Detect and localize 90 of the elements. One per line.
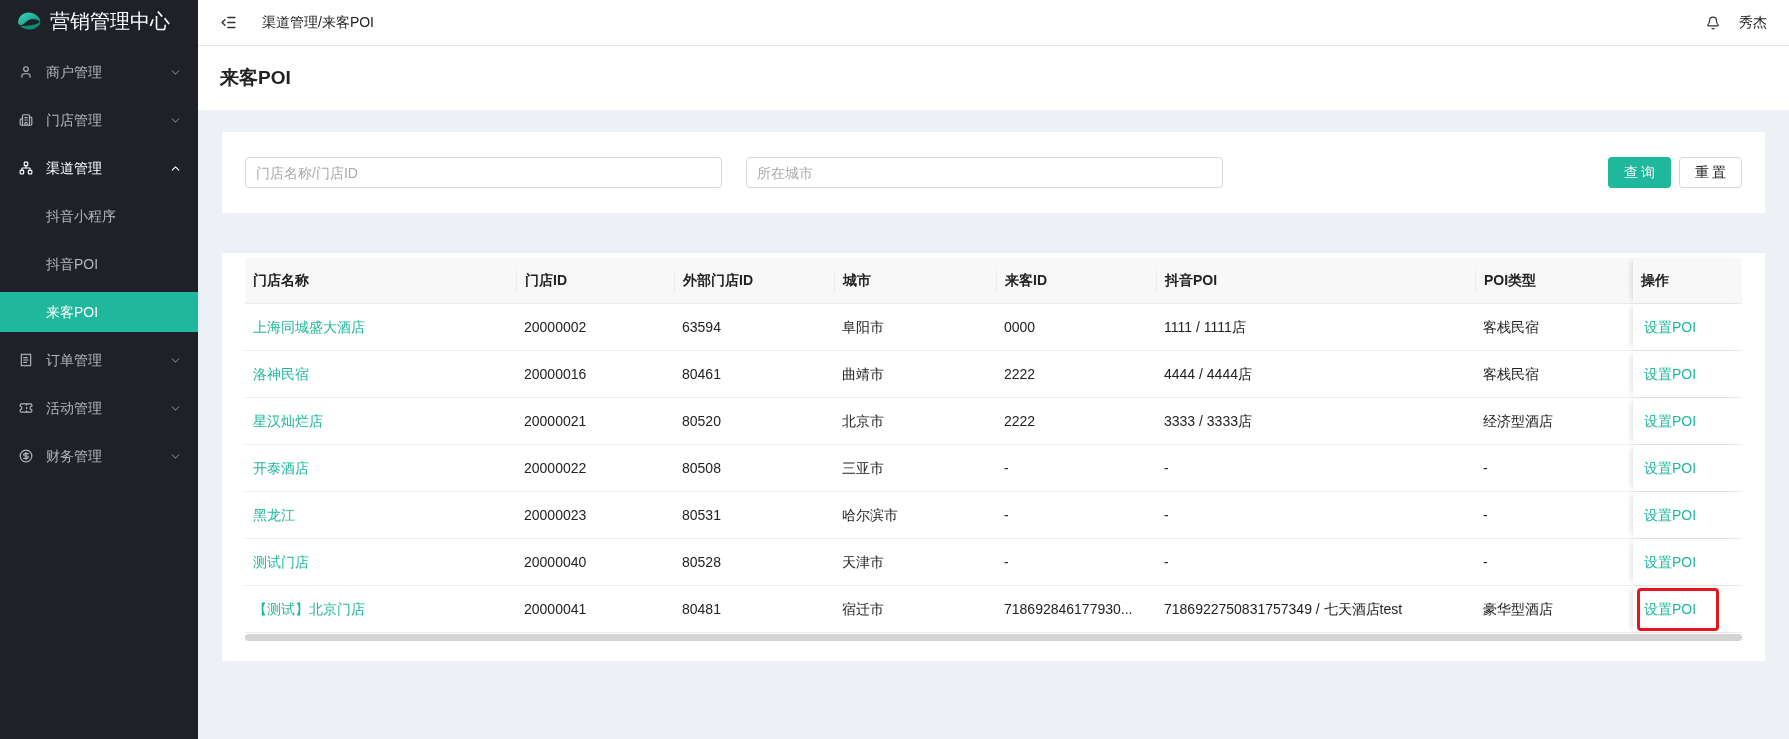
- table-cell-text: 20000023: [524, 505, 587, 525]
- store-link[interactable]: 测试门店: [253, 551, 309, 573]
- set-poi-link[interactable]: 设置POI: [1637, 587, 1720, 631]
- table-cell-text: 3333 / 3333店: [1164, 411, 1252, 431]
- table-cell-text: 20000016: [524, 364, 587, 384]
- table-cell-text: 2222: [1004, 364, 1036, 384]
- logo-icon: [16, 10, 42, 32]
- table-cell-text: 80531: [682, 505, 721, 525]
- user-icon: [19, 65, 33, 79]
- column-header: POI类型: [1484, 271, 1537, 290]
- column-header: 门店名称: [253, 271, 309, 290]
- table-cell-text: 客栈民宿: [1483, 364, 1539, 384]
- table-cell-text: 阜阳市: [842, 317, 884, 337]
- receipt-icon: [19, 353, 33, 367]
- app-title: 营销管理中心: [50, 9, 170, 34]
- table-cell-text: 80528: [682, 552, 721, 572]
- coin-icon: [19, 449, 33, 463]
- building-icon: [19, 113, 33, 127]
- table-cell-text: 三亚市: [842, 458, 884, 478]
- sidebar-item[interactable]: 商户管理: [0, 48, 198, 96]
- table-cell-text: 20000021: [524, 411, 587, 431]
- table-cell-text: -: [1004, 552, 1009, 572]
- reset-button[interactable]: 重 置: [1679, 157, 1742, 188]
- search-field[interactable]: 所在城市: [746, 157, 1223, 188]
- table-cell-text: -: [1004, 505, 1009, 525]
- set-poi-link[interactable]: 设置POI: [1637, 352, 1704, 396]
- table-cell-text: 天津市: [842, 552, 884, 572]
- table-cell-text: 20000002: [524, 317, 587, 337]
- store-link[interactable]: 星汉灿烂店: [253, 410, 323, 432]
- column-header: 城市: [843, 271, 871, 290]
- sidebar-subitem[interactable]: 抖音小程序: [0, 196, 198, 236]
- table-cell-text: 63594: [682, 317, 721, 337]
- table-cell-text: 2222: [1004, 411, 1036, 431]
- table-cell-text: -: [1164, 505, 1169, 525]
- table-cell-text: 曲靖市: [842, 364, 884, 384]
- sidebar-subitem[interactable]: 来客POI: [0, 292, 198, 332]
- set-poi-link[interactable]: 设置POI: [1637, 446, 1704, 490]
- table-cell-text: 4444 / 4444店: [1164, 364, 1252, 384]
- column-header: 外部门店ID: [683, 271, 753, 290]
- query-button[interactable]: 查 询: [1608, 157, 1671, 188]
- store-link[interactable]: 开泰酒店: [253, 457, 309, 479]
- column-header: 抖音POI: [1165, 271, 1218, 290]
- search-field[interactable]: 门店名称/门店ID: [245, 157, 722, 188]
- table-cell-text: 1111 / 1111店: [1164, 317, 1246, 337]
- column-header: 操作: [1641, 271, 1669, 290]
- set-poi-link[interactable]: 设置POI: [1637, 399, 1704, 443]
- sidebar-item[interactable]: 订单管理: [0, 336, 198, 384]
- table-cell-text: 20000022: [524, 458, 587, 478]
- table-cell-text: 豪华型酒店: [1483, 599, 1553, 619]
- ticket-icon: [19, 401, 33, 415]
- menu-icon[interactable]: [220, 14, 237, 31]
- table-cell-text: 20000041: [524, 599, 587, 619]
- network-icon: [19, 161, 33, 175]
- table-cell-text: 80508: [682, 458, 721, 478]
- table-cell-text: -: [1483, 552, 1488, 572]
- set-poi-link[interactable]: 设置POI: [1637, 305, 1704, 349]
- table-cell-text: -: [1004, 458, 1009, 478]
- table-cell-text: -: [1164, 552, 1169, 572]
- sidebar-item[interactable]: 财务管理: [0, 432, 198, 480]
- table-cell-text: 80520: [682, 411, 721, 431]
- set-poi-link[interactable]: 设置POI: [1637, 540, 1704, 584]
- table-cell-text: -: [1483, 458, 1488, 478]
- column-header: 门店ID: [525, 271, 567, 290]
- table-cell-text: 经济型酒店: [1483, 411, 1553, 431]
- table-cell-text: 80461: [682, 364, 721, 384]
- store-link[interactable]: 上海同城盛大酒店: [253, 316, 365, 338]
- sidebar-item[interactable]: 渠道管理: [0, 144, 198, 192]
- store-link[interactable]: 洛神民宿: [253, 363, 309, 385]
- table-cell-text: 宿迁市: [842, 599, 884, 619]
- user-name: 秀杰: [1739, 13, 1767, 32]
- notification-icon[interactable]: [1706, 15, 1720, 30]
- store-link[interactable]: 黑龙江: [253, 504, 295, 526]
- sidebar-item[interactable]: 门店管理: [0, 96, 198, 144]
- set-poi-link[interactable]: 设置POI: [1637, 493, 1704, 537]
- page-title: 来客POI: [220, 65, 291, 90]
- sidebar-subitem[interactable]: 抖音POI: [0, 244, 198, 284]
- store-link[interactable]: 【测试】北京门店: [253, 598, 365, 620]
- table-cell-text: 80481: [682, 599, 721, 619]
- table-cell-text: 哈尔滨市: [842, 505, 898, 525]
- table-cell-text: -: [1483, 505, 1488, 525]
- table-cell-text: -: [1164, 458, 1169, 478]
- table-cell-text: 0000: [1004, 317, 1036, 337]
- sidebar-item[interactable]: 活动管理: [0, 384, 198, 432]
- column-header: 来客ID: [1005, 271, 1047, 290]
- breadcrumb: 渠道管理/来客POI: [262, 13, 374, 32]
- table-cell-text: 718692846177930...: [1004, 599, 1133, 619]
- table-cell-text: 北京市: [842, 411, 884, 431]
- table-cell-text: 20000040: [524, 552, 587, 572]
- table-cell-text: 7186922750831757349 / 七天酒店test: [1164, 599, 1403, 619]
- table-cell-text: 客栈民宿: [1483, 317, 1539, 337]
